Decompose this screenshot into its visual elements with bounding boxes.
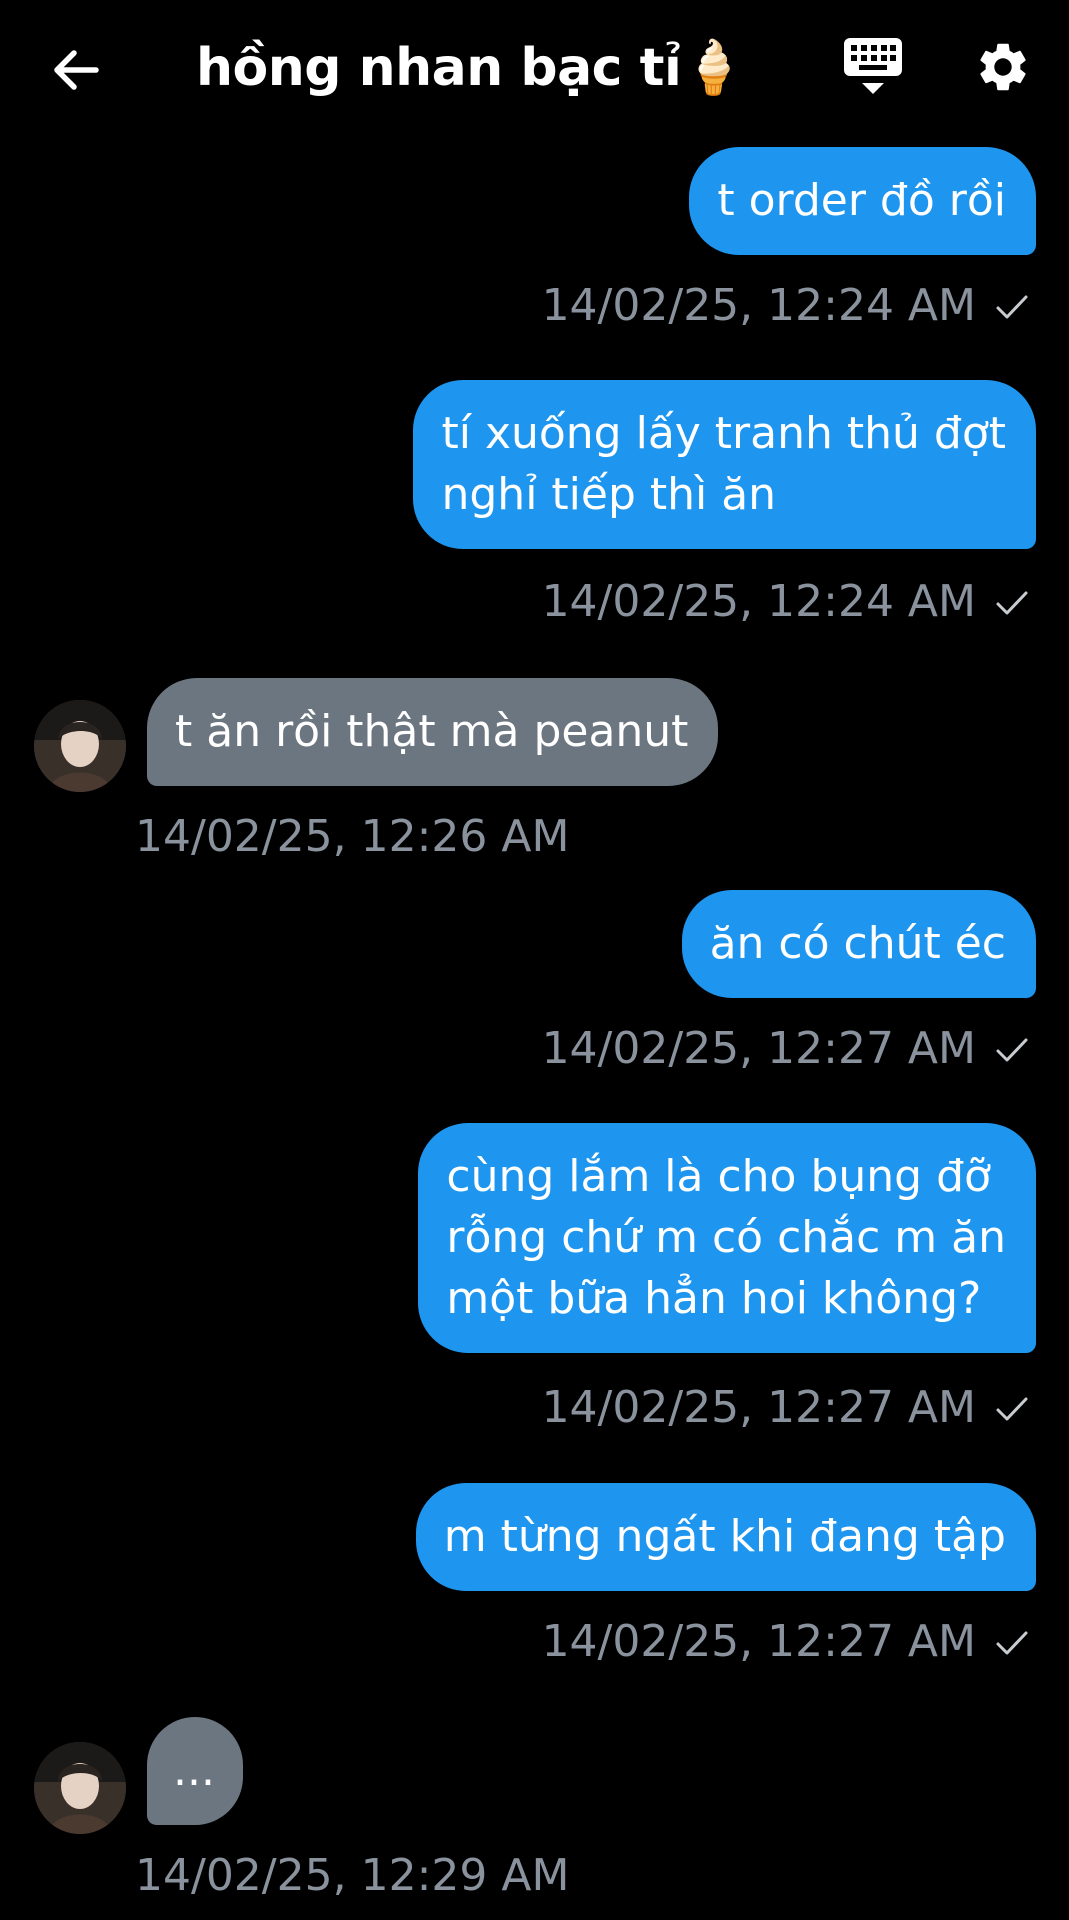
keyboard-hide-icon xyxy=(844,38,902,94)
checkmark-icon xyxy=(996,1631,1028,1655)
message-bubble-outgoing[interactable]: ăn có chút éc xyxy=(681,890,1036,998)
back-button[interactable] xyxy=(44,38,108,102)
arrow-left-icon xyxy=(54,50,99,90)
message-bubble-outgoing[interactable]: t order đồ rồi xyxy=(689,147,1036,255)
keyboard-button[interactable] xyxy=(842,36,904,98)
contact-avatar[interactable] xyxy=(34,700,126,792)
message-timestamp: 14/02/25, 12:27 AM xyxy=(541,1616,976,1667)
checkmark-icon xyxy=(996,591,1028,615)
message-bubble-incoming[interactable]: t ăn rồi thật mà peanut xyxy=(147,678,719,786)
contact-avatar[interactable] xyxy=(34,1742,126,1834)
message-timestamp: 14/02/25, 12:27 AM xyxy=(541,1382,976,1433)
message-timestamp: 14/02/25, 12:26 AM xyxy=(135,811,570,862)
checkmark-icon xyxy=(996,1397,1028,1421)
chat-header: hồng nhan bạc tỉ🍦 xyxy=(0,0,1069,140)
message-bubble-outgoing[interactable]: cùng lắm là cho bụng đỡ rỗng chứ m có ch… xyxy=(418,1123,1036,1353)
checkmark-icon xyxy=(996,1038,1028,1062)
settings-button[interactable] xyxy=(974,38,1032,96)
gear-icon xyxy=(980,43,1026,91)
message-timestamp: 14/02/25, 12:27 AM xyxy=(541,1023,976,1074)
checkmark-icon xyxy=(996,295,1028,319)
avatar-image xyxy=(34,700,126,792)
chat-title: hồng nhan bạc tỉ🍦 xyxy=(196,38,746,98)
message-timestamp: 14/02/25, 12:29 AM xyxy=(135,1850,570,1901)
message-timestamp: 14/02/25, 12:24 AM xyxy=(541,280,976,331)
message-bubble-incoming[interactable]: ... xyxy=(147,1717,243,1825)
message-timestamp: 14/02/25, 12:24 AM xyxy=(541,576,976,627)
message-bubble-outgoing[interactable]: tí xuống lấy tranh thủ đợt nghỉ tiếp thì… xyxy=(413,380,1036,549)
message-bubble-outgoing[interactable]: m từng ngất khi đang tập xyxy=(415,1483,1036,1591)
avatar-image xyxy=(34,1742,126,1834)
